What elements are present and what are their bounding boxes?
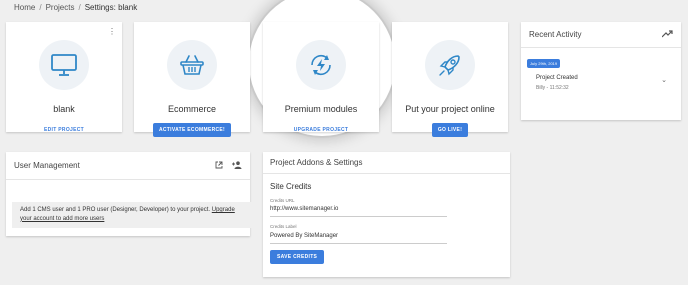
tile-title: Premium modules [284, 104, 358, 114]
field-underline [270, 243, 447, 244]
user-management-header: User Management [6, 152, 250, 180]
breadcrumb: Home / Projects / Settings: blank [14, 3, 137, 12]
rocket-icon [425, 40, 475, 90]
open-external-icon[interactable] [215, 161, 223, 171]
user-management-panel: User Management Add 1 CMS user and 1 PRO… [6, 152, 255, 236]
project-tile-blank: ⋮ blank EDIT PROJECT [6, 22, 122, 133]
site-credits-heading: Site Credits [270, 182, 312, 191]
user-management-title: User Management [14, 161, 80, 170]
project-tile-ecommerce: Ecommerce ACTIVATE ECOMMERCE! [134, 22, 250, 137]
recent-activity-title: Recent Activity [529, 30, 582, 39]
shopping-basket-icon [167, 40, 217, 90]
save-credits-button[interactable]: SAVE CREDITS [270, 250, 325, 264]
add-user-icon[interactable] [232, 160, 242, 171]
trending-icon[interactable] [661, 29, 673, 40]
project-addons-panel: Project Addons & Settings Site Credits C… [263, 152, 510, 277]
breadcrumb-projects[interactable]: Projects [46, 3, 75, 12]
field-underline [270, 216, 447, 217]
user-limit-info: Add 1 CMS user and 1 PRO user (Designer,… [12, 202, 255, 228]
date-badge: July 29th, 2019 [527, 59, 561, 68]
breadcrumb-current: Settings: blank [84, 3, 138, 12]
breadcrumb-separator: / [39, 3, 42, 12]
chevron-down-icon[interactable]: ⌄ [661, 76, 667, 84]
credits-label-field[interactable]: Powered By SiteManager [270, 233, 338, 239]
edit-project-button[interactable]: EDIT PROJECT [38, 123, 90, 137]
credits-url-label: Credits URL [270, 198, 295, 203]
recent-activity-header: Recent Activity [521, 22, 681, 48]
breadcrumb-home[interactable]: Home [14, 3, 35, 12]
activity-title: Project Created [536, 75, 578, 81]
addons-header: Project Addons & Settings [263, 152, 510, 174]
project-tile-premium: Premium modules UPGRADE PROJECT [263, 22, 379, 133]
activate-ecommerce-button[interactable]: ACTIVATE ECOMMERCE! [152, 123, 232, 137]
user-limit-text: Add 1 CMS user and 1 PRO user (Designer,… [20, 207, 212, 213]
go-live-button[interactable]: GO LIVE! [431, 123, 469, 137]
breadcrumb-separator: / [78, 3, 81, 12]
premium-modules-icon [296, 40, 346, 90]
upgrade-project-button[interactable]: UPGRADE PROJECT [288, 123, 355, 137]
tile-title: blank [53, 104, 75, 114]
monitor-icon [39, 40, 89, 90]
credits-url-field[interactable]: http://www.sitemanager.io [270, 206, 338, 212]
more-options-icon[interactable]: ⋮ [108, 28, 116, 36]
recent-activity-panel: Recent Activity July 29th, 2019 Project … [521, 22, 681, 120]
project-tile-go-live: Put your project online GO LIVE! [392, 22, 508, 137]
tile-title: Ecommerce [167, 104, 216, 114]
tile-title: Put your project online [405, 104, 495, 114]
credits-label-label: Credits Label [270, 224, 297, 229]
activity-meta: Billy - 11:52:32 [536, 85, 569, 91]
